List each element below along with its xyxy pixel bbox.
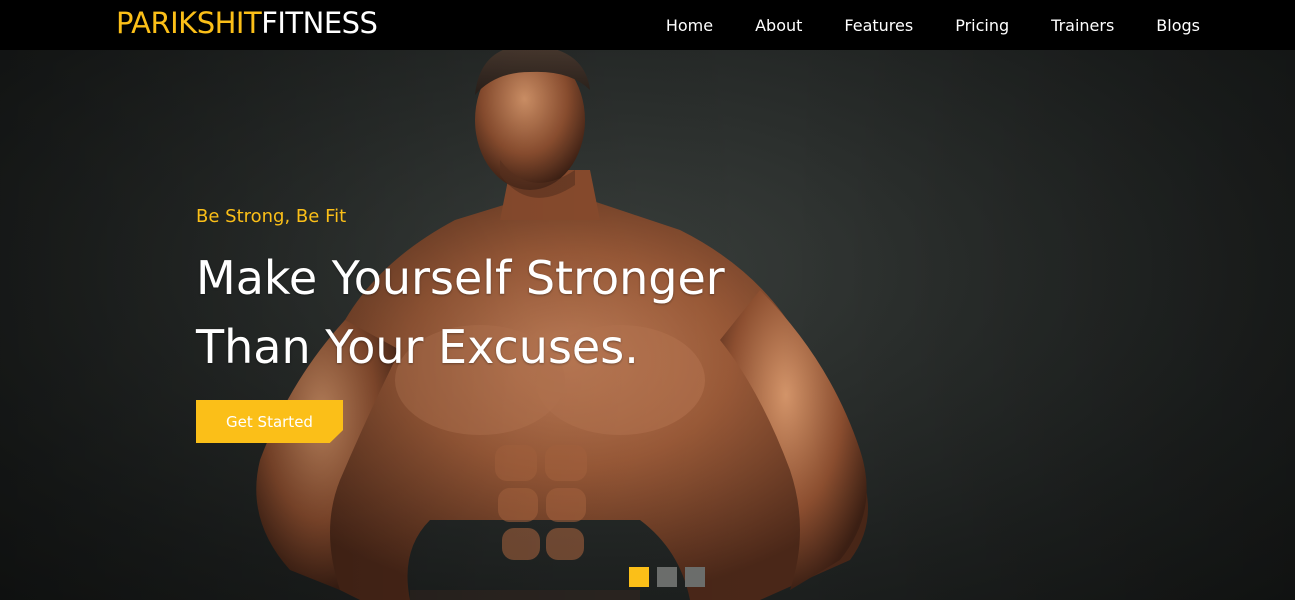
nav-features-link[interactable]: Features	[844, 16, 913, 35]
get-started-button[interactable]: Get Started	[196, 400, 343, 443]
page: PARIKSHITFITNESS Home About Features Pri…	[0, 0, 1295, 600]
nav-pricing-link[interactable]: Pricing	[955, 16, 1009, 35]
nav-blogs-link[interactable]: Blogs	[1156, 16, 1200, 35]
hero-headline: Make Yourself Stronger Than Your Excuses…	[196, 244, 816, 382]
site-logo[interactable]: PARIKSHITFITNESS	[116, 6, 378, 40]
navbar: PARIKSHITFITNESS Home About Features Pri…	[0, 0, 1295, 50]
carousel-dot-3[interactable]	[685, 567, 705, 587]
headline-line-1: Make Yourself Stronger	[196, 251, 725, 305]
nav-home-link[interactable]: Home	[666, 16, 713, 35]
nav-about-link[interactable]: About	[755, 16, 802, 35]
carousel-indicators	[629, 567, 705, 587]
carousel-dot-1[interactable]	[629, 567, 649, 587]
logo-part-2: FITNESS	[261, 6, 378, 40]
nav-trainers-link[interactable]: Trainers	[1051, 16, 1114, 35]
main-nav: Home About Features Pricing Trainers Blo…	[624, 0, 1200, 50]
logo-part-1: PARIKSHIT	[116, 6, 262, 40]
hero-content: Be Strong, Be Fit Make Yourself Stronger…	[196, 204, 816, 443]
hero-section: Be Strong, Be Fit Make Yourself Stronger…	[0, 50, 1295, 600]
hero-tagline: Be Strong, Be Fit	[196, 206, 347, 227]
carousel-dot-2[interactable]	[657, 567, 677, 587]
headline-line-2: Than Your Excuses.	[196, 320, 639, 374]
